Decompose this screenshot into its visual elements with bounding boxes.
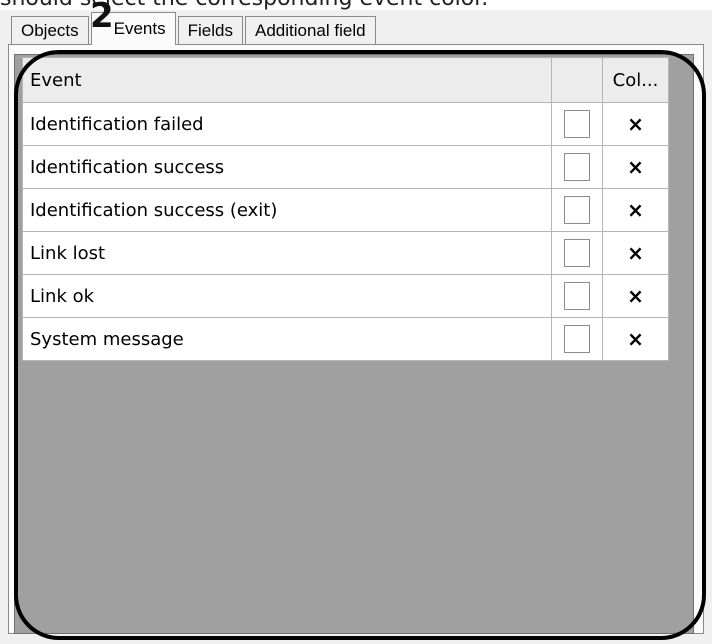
event-checkbox[interactable] [564,110,590,138]
color-cell[interactable]: × [602,231,669,275]
table-header-row: Event Col... [22,57,669,103]
event-checkbox[interactable] [564,325,590,353]
event-checkbox[interactable] [564,153,590,181]
events-table: Event Col... Identification failed × Ident… [22,57,669,361]
checkbox-cell [551,274,603,318]
event-name-cell[interactable]: Link lost [22,231,552,275]
no-color-x-icon: × [627,241,644,265]
event-checkbox[interactable] [564,196,590,224]
no-color-x-icon: × [627,284,644,308]
table-row[interactable]: Identification failed × [22,102,669,146]
column-header-event[interactable]: Event [22,57,552,103]
no-color-x-icon: × [627,155,644,179]
tab-bar: Objects Events Fields Additional field [11,12,378,45]
event-name-cell[interactable]: Link ok [22,274,552,318]
table-row[interactable]: Identification success × [22,145,669,189]
checkbox-cell [551,231,603,275]
checkbox-cell [551,317,603,361]
checkbox-cell [551,145,603,189]
event-checkbox[interactable] [564,282,590,310]
color-cell[interactable]: × [602,317,669,361]
no-color-x-icon: × [627,112,644,136]
table-row[interactable]: System message × [22,317,669,361]
color-cell[interactable]: × [602,145,669,189]
no-color-x-icon: × [627,198,644,222]
color-cell[interactable]: × [602,188,669,232]
checkbox-cell [551,102,603,146]
color-cell[interactable]: × [602,274,669,318]
event-name-cell[interactable]: Identification success [22,145,552,189]
tab-fields[interactable]: Fields [177,16,243,44]
checkbox-cell [551,188,603,232]
event-name-cell[interactable]: System message [22,317,552,361]
table-row[interactable]: Identification success (exit) × [22,188,669,232]
table-row[interactable]: Link lost × [22,231,669,275]
column-header-color[interactable]: Col... [602,57,669,103]
event-name-cell[interactable]: Identification success (exit) [22,188,552,232]
tab-additional-field[interactable]: Additional field [244,16,376,44]
event-checkbox[interactable] [564,239,590,267]
no-color-x-icon: × [627,327,644,351]
tab-objects[interactable]: Objects [11,16,89,44]
table-row[interactable]: Link ok × [22,274,669,318]
event-name-cell[interactable]: Identification failed [22,102,552,146]
color-cell[interactable]: × [602,102,669,146]
column-header-check[interactable] [551,57,603,103]
step-number-badge: 2 [90,0,114,36]
